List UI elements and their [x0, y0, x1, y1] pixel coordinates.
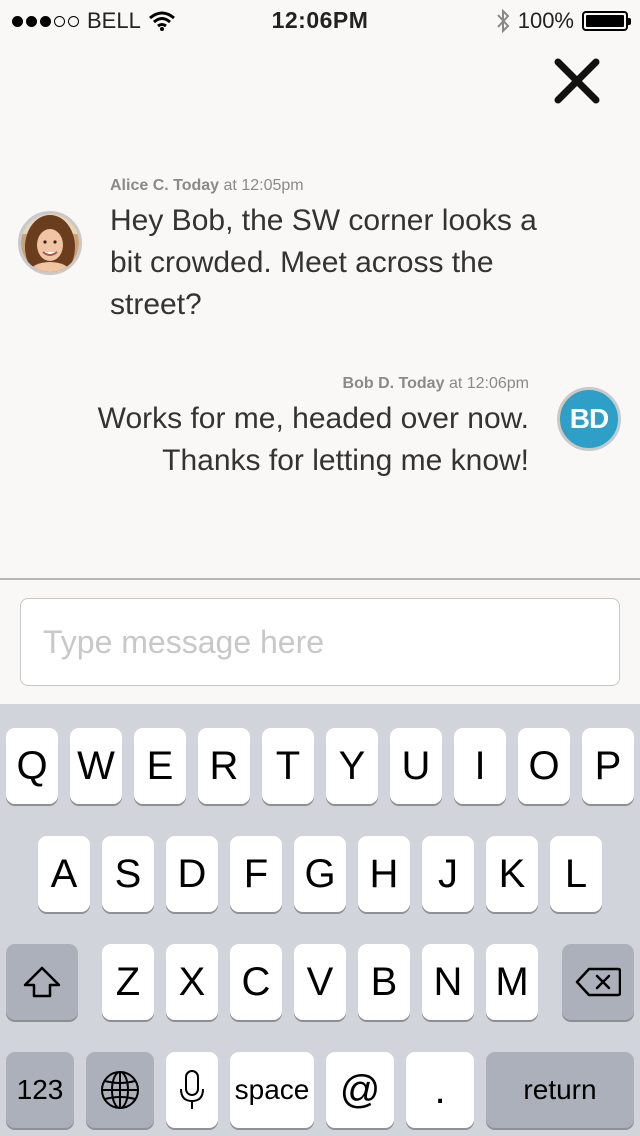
sender-name: Bob D.	[342, 375, 395, 392]
message-input[interactable]	[20, 598, 620, 686]
key-m[interactable]: M	[486, 944, 538, 1020]
key-y[interactable]: Y	[326, 728, 378, 804]
key-h[interactable]: H	[358, 836, 410, 912]
globe-icon	[101, 1071, 139, 1109]
message-line: Works for me, headed over now.	[97, 402, 529, 435]
keyboard: Q W E R T Y U I O P A S D F G H J K L Z …	[0, 704, 640, 1136]
key-l[interactable]: L	[550, 836, 602, 912]
shift-icon	[23, 966, 61, 998]
microphone-icon	[180, 1070, 204, 1109]
message-line: street?	[110, 288, 202, 321]
message-composer	[0, 580, 640, 704]
message-body-alice: Hey Bob, the SW corner looks a bit crowd…	[110, 200, 610, 326]
battery-fill	[586, 15, 624, 27]
backspace-icon	[575, 967, 621, 997]
message-body-bob: Works for me, headed over now. Thanks fo…	[9, 398, 529, 482]
key-u[interactable]: U	[390, 728, 442, 804]
message-time: at 12:05pm	[223, 177, 304, 194]
dictation-key[interactable]	[166, 1052, 218, 1128]
key-t[interactable]: T	[262, 728, 314, 804]
message-line: Thanks for letting me know!	[162, 444, 529, 477]
shift-key[interactable]	[6, 944, 78, 1020]
key-a[interactable]: A	[38, 836, 90, 912]
avatar-initials: BD	[569, 403, 609, 434]
return-key[interactable]: return	[486, 1052, 634, 1128]
key-w[interactable]: W	[70, 728, 122, 804]
key-f[interactable]: F	[230, 836, 282, 912]
key-q[interactable]: Q	[6, 728, 58, 804]
message-meta-alice: Alice C. Today at 12:05pm	[110, 177, 304, 195]
globe-key[interactable]	[86, 1052, 154, 1128]
backspace-key[interactable]	[562, 944, 634, 1020]
battery-percent: 100%	[517, 8, 574, 33]
status-right: 100%	[496, 8, 631, 34]
key-d[interactable]: D	[166, 836, 218, 912]
period-key[interactable]: .	[406, 1052, 474, 1128]
key-v[interactable]: V	[294, 944, 346, 1020]
key-k[interactable]: K	[486, 836, 538, 912]
avatar-alice[interactable]	[18, 211, 82, 275]
message-line: bit crowded. Meet across the	[110, 246, 494, 279]
key-x[interactable]: X	[166, 944, 218, 1020]
key-g[interactable]: G	[294, 836, 346, 912]
status-bar: BELL 12:06PM 100%	[0, 0, 640, 40]
sender-day: Today	[173, 177, 220, 194]
key-o[interactable]: O	[518, 728, 570, 804]
message-line: Hey Bob, the SW corner looks a	[110, 204, 537, 237]
key-n[interactable]: N	[422, 944, 474, 1020]
key-i[interactable]: I	[454, 728, 506, 804]
message-time: at 12:06pm	[448, 375, 529, 392]
close-icon[interactable]	[552, 56, 602, 106]
sender-day: Today	[398, 375, 445, 392]
alice-photo	[21, 214, 79, 272]
bluetooth-icon	[496, 8, 510, 34]
at-key[interactable]: @	[326, 1052, 394, 1128]
key-p[interactable]: P	[582, 728, 634, 804]
key-c[interactable]: C	[230, 944, 282, 1020]
key-e[interactable]: E	[134, 728, 186, 804]
battery-icon	[582, 11, 631, 31]
message-meta-bob: Bob D. Today at 12:06pm	[343, 375, 529, 393]
key-j[interactable]: J	[422, 836, 474, 912]
numbers-key[interactable]: 123	[6, 1052, 74, 1128]
sender-name: Alice C.	[110, 177, 169, 194]
space-key[interactable]: space	[230, 1052, 314, 1128]
avatar-bob[interactable]: BD	[557, 387, 621, 451]
key-b[interactable]: B	[358, 944, 410, 1020]
key-s[interactable]: S	[102, 836, 154, 912]
key-z[interactable]: Z	[102, 944, 154, 1020]
key-r[interactable]: R	[198, 728, 250, 804]
